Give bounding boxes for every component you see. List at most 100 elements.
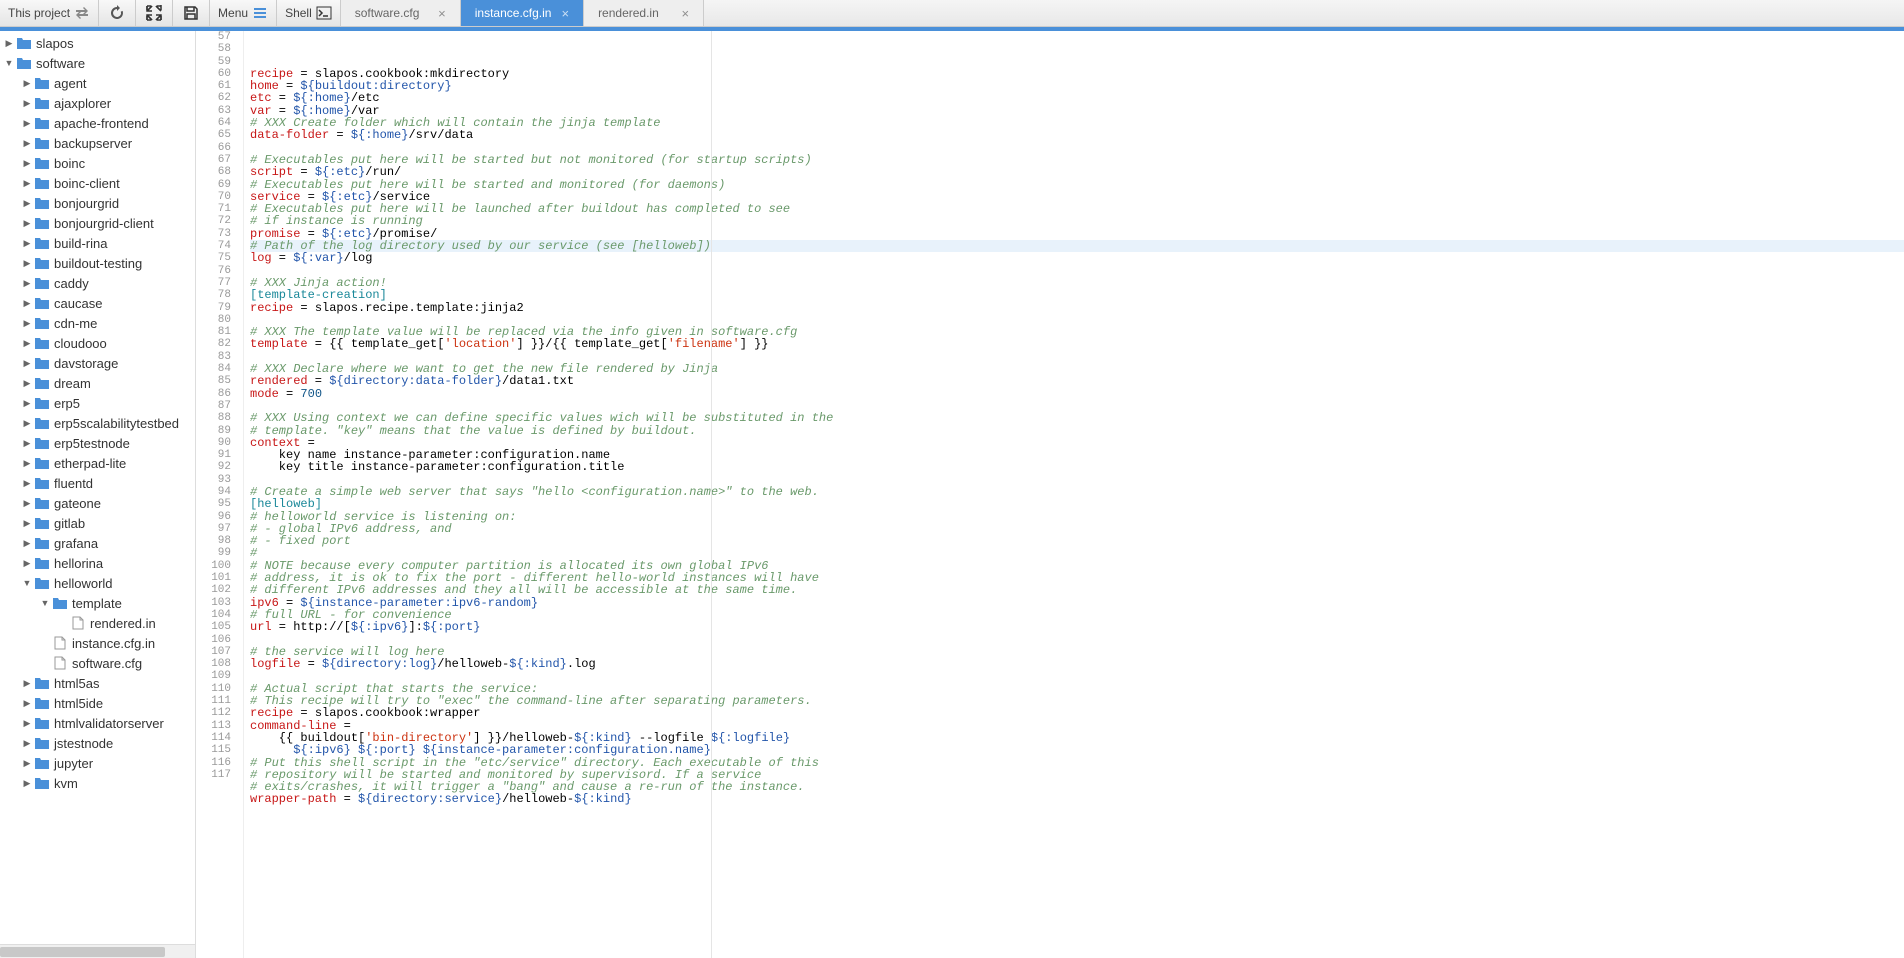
- tree-toggle-icon[interactable]: ▶: [22, 158, 32, 169]
- code-line[interactable]: url = http://[${:ipv6}]:${:port}: [250, 621, 1904, 633]
- tree-toggle-icon[interactable]: ▶: [22, 678, 32, 689]
- tree-folder[interactable]: ▶erp5: [0, 393, 195, 413]
- tree-folder[interactable]: ▶grafana: [0, 533, 195, 553]
- tree-folder[interactable]: ▼template: [0, 593, 195, 613]
- close-icon[interactable]: ×: [681, 6, 689, 21]
- tree-toggle-icon[interactable]: ▶: [22, 198, 32, 209]
- tree-toggle-icon[interactable]: ▼: [4, 58, 14, 68]
- tree-folder[interactable]: ▶boinc: [0, 153, 195, 173]
- code-line[interactable]: # Executables put here will be started a…: [250, 179, 1904, 191]
- code-line[interactable]: [250, 806, 1904, 818]
- tree-toggle-icon[interactable]: ▼: [40, 598, 50, 608]
- code-line[interactable]: logfile = ${directory:log}/helloweb-${:k…: [250, 658, 1904, 670]
- code-line[interactable]: # helloworld service is listening on:: [250, 511, 1904, 523]
- tree-toggle-icon[interactable]: ▶: [22, 298, 32, 309]
- shell-button[interactable]: Shell: [277, 0, 341, 26]
- menu-button[interactable]: Menu: [210, 0, 277, 26]
- tree-folder[interactable]: ▶build-rina: [0, 233, 195, 253]
- tree-toggle-icon[interactable]: ▶: [22, 738, 32, 749]
- tree-toggle-icon[interactable]: ▶: [22, 98, 32, 109]
- code-line[interactable]: # - fixed port: [250, 535, 1904, 547]
- tree-folder[interactable]: ▶dream: [0, 373, 195, 393]
- code-line[interactable]: log = ${:var}/log: [250, 252, 1904, 264]
- file-tree[interactable]: ▶slapos▼software▶agent▶ajaxplorer▶apache…: [0, 31, 195, 944]
- horizontal-scrollbar[interactable]: [0, 944, 195, 958]
- save-button[interactable]: [173, 0, 210, 26]
- tree-toggle-icon[interactable]: ▶: [22, 358, 32, 369]
- tree-folder[interactable]: ▶boinc-client: [0, 173, 195, 193]
- tree-folder[interactable]: ▶htmlvalidatorserver: [0, 713, 195, 733]
- code-line[interactable]: # template. "key" means that the value i…: [250, 425, 1904, 437]
- tree-file[interactable]: software.cfg: [0, 653, 195, 673]
- tree-folder[interactable]: ▶jupyter: [0, 753, 195, 773]
- tree-folder[interactable]: ▶slapos: [0, 33, 195, 53]
- code-line[interactable]: wrapper-path = ${directory:service}/hell…: [250, 793, 1904, 805]
- tree-folder[interactable]: ▶agent: [0, 73, 195, 93]
- tree-toggle-icon[interactable]: ▶: [22, 538, 32, 549]
- tree-folder[interactable]: ▶cdn-me: [0, 313, 195, 333]
- tree-folder[interactable]: ▶davstorage: [0, 353, 195, 373]
- code-line[interactable]: home = ${buildout:directory}: [250, 80, 1904, 92]
- code-line[interactable]: template = {{ template_get['location'] }…: [250, 338, 1904, 350]
- tree-toggle-icon[interactable]: ▶: [22, 558, 32, 569]
- code-line[interactable]: data-folder = ${:home}/srv/data: [250, 129, 1904, 141]
- code-line[interactable]: # Executables put here will be launched …: [250, 203, 1904, 215]
- tree-folder[interactable]: ▶ajaxplorer: [0, 93, 195, 113]
- tree-toggle-icon[interactable]: ▶: [22, 78, 32, 89]
- tree-toggle-icon[interactable]: ▶: [22, 278, 32, 289]
- tree-toggle-icon[interactable]: ▶: [22, 178, 32, 189]
- project-dropdown[interactable]: This project: [0, 0, 99, 26]
- editor-tab[interactable]: instance.cfg.in×: [461, 0, 584, 26]
- tree-folder[interactable]: ▶cloudooo: [0, 333, 195, 353]
- tree-file[interactable]: rendered.in: [0, 613, 195, 633]
- tree-folder[interactable]: ▶caddy: [0, 273, 195, 293]
- close-icon[interactable]: ×: [438, 6, 446, 21]
- tree-toggle-icon[interactable]: ▶: [22, 238, 32, 249]
- code-line[interactable]: # - global IPv6 address, and: [250, 523, 1904, 535]
- code-line[interactable]: # if instance is running: [250, 215, 1904, 227]
- tree-toggle-icon[interactable]: ▶: [22, 518, 32, 529]
- tree-folder[interactable]: ▶gitlab: [0, 513, 195, 533]
- code-line[interactable]: mode = 700: [250, 388, 1904, 400]
- code-line[interactable]: # Executables put here will be started b…: [250, 154, 1904, 166]
- tree-toggle-icon[interactable]: ▶: [22, 338, 32, 349]
- code-line[interactable]: key title instance-parameter:configurati…: [250, 461, 1904, 473]
- editor-tab[interactable]: software.cfg×: [341, 0, 461, 26]
- tree-folder[interactable]: ▶fluentd: [0, 473, 195, 493]
- tree-toggle-icon[interactable]: ▶: [22, 398, 32, 409]
- tree-folder[interactable]: ▶buildout-testing: [0, 253, 195, 273]
- code-line[interactable]: rendered = ${directory:data-folder}/data…: [250, 375, 1904, 387]
- code-line[interactable]: etc = ${:home}/etc: [250, 92, 1904, 104]
- tree-toggle-icon[interactable]: ▶: [22, 698, 32, 709]
- tree-toggle-icon[interactable]: ▶: [22, 718, 32, 729]
- fullscreen-button[interactable]: [136, 0, 173, 26]
- tree-toggle-icon[interactable]: ▶: [22, 478, 32, 489]
- tree-folder[interactable]: ▶html5as: [0, 673, 195, 693]
- tree-toggle-icon[interactable]: ▶: [22, 438, 32, 449]
- tree-toggle-icon[interactable]: ▶: [22, 498, 32, 509]
- tree-toggle-icon[interactable]: ▶: [22, 258, 32, 269]
- tree-folder[interactable]: ▶erp5testnode: [0, 433, 195, 453]
- code-line[interactable]: [250, 265, 1904, 277]
- code-line[interactable]: # Create a simple web server that says "…: [250, 486, 1904, 498]
- tree-toggle-icon[interactable]: ▶: [22, 458, 32, 469]
- tree-folder[interactable]: ▶backupserver: [0, 133, 195, 153]
- tree-folder[interactable]: ▶gateone: [0, 493, 195, 513]
- code-line[interactable]: # full URL - for convenience: [250, 609, 1904, 621]
- tree-folder[interactable]: ▼helloworld: [0, 573, 195, 593]
- tree-folder[interactable]: ▶hellorina: [0, 553, 195, 573]
- refresh-button[interactable]: [99, 0, 136, 26]
- code-line[interactable]: [250, 634, 1904, 646]
- tree-toggle-icon[interactable]: ▶: [22, 218, 32, 229]
- tree-folder[interactable]: ▶jstestnode: [0, 733, 195, 753]
- tree-folder[interactable]: ▶etherpad-lite: [0, 453, 195, 473]
- tree-toggle-icon[interactable]: ▶: [22, 118, 32, 129]
- code-line[interactable]: # XXX Jinja action!: [250, 277, 1904, 289]
- tree-toggle-icon[interactable]: ▶: [22, 778, 32, 789]
- tree-folder[interactable]: ▶html5ide: [0, 693, 195, 713]
- close-icon[interactable]: ×: [561, 6, 569, 21]
- tree-folder[interactable]: ▶bonjourgrid-client: [0, 213, 195, 233]
- tree-toggle-icon[interactable]: ▶: [22, 318, 32, 329]
- code-editor[interactable]: 5758596061626364656667686970717273747576…: [196, 31, 1904, 958]
- tree-folder[interactable]: ▶kvm: [0, 773, 195, 793]
